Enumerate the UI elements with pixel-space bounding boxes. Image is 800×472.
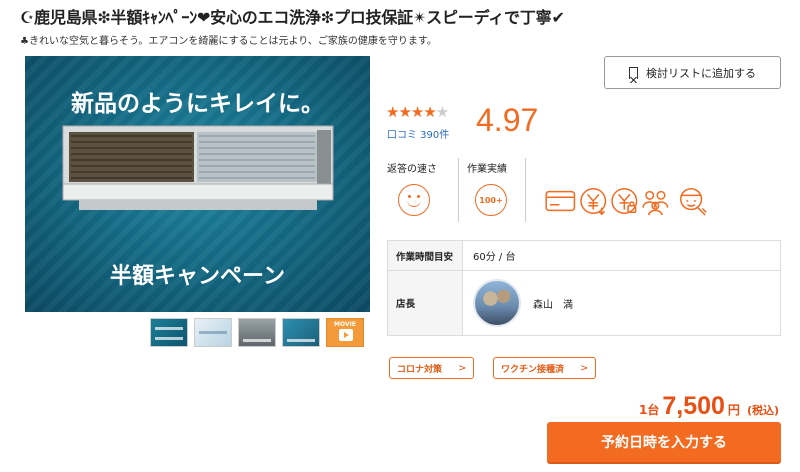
watchlist-label: 検討リストに追加する [646, 66, 756, 80]
track-record-badge: 100+ [475, 184, 507, 216]
yen-down-icon [580, 188, 607, 216]
people-icon [642, 190, 669, 216]
chevron-right-icon: > [458, 362, 467, 374]
bookmark-icon [628, 66, 638, 83]
credit-card-icon [545, 190, 576, 212]
price-amount: 7,500 [662, 392, 725, 420]
work-time-row: 作業時間目安 60分 / 台 [388, 241, 780, 271]
add-to-watchlist-button[interactable]: 検討リストに追加する [604, 56, 781, 89]
work-time-value: 60分 / 台 [473, 252, 516, 263]
divider [458, 158, 459, 222]
thumbnail-strip: MOVIE [150, 318, 364, 347]
tag-label: ワクチン接種済 [501, 364, 565, 375]
response-speed-label: 返答の速さ [387, 164, 437, 175]
price-unit: 1台 [639, 403, 660, 417]
book-datetime-button[interactable]: 予約日時を入力する [547, 422, 781, 464]
hero-top-text: 新品のようにキレイに。 [71, 91, 324, 117]
stars-filled: ★★★★ [386, 103, 437, 121]
thumbnail-1[interactable] [150, 318, 188, 347]
info-table: 作業時間目安 60分 / 台 店長 森山 満 [387, 240, 781, 336]
hero-image[interactable]: 新品のようにキレイに。 半額キャンペーン [25, 56, 370, 312]
track-record-label: 作業実績 [467, 164, 507, 175]
page-subtitle: ♣きれいな空気と暮らそう。エアコンを綺麗にすることは元より、ご家族の健康を守りま… [20, 36, 437, 47]
thumbnail-2[interactable] [194, 318, 232, 347]
play-icon [339, 329, 353, 341]
tag-label: コロナ対策 [397, 364, 443, 375]
page-title: ☪鹿児島県❇半額ｷｬﾝﾍﾟｰﾝ❤安心のエコ洗浄❇プロ技保証✴スピーディで丁寧✔ [20, 8, 565, 27]
movie-label: MOVIE [334, 321, 356, 328]
star-empty: ★ [435, 103, 449, 121]
manager-label: 店長 [388, 271, 463, 335]
thumbnail-3[interactable] [238, 318, 276, 347]
service-icons [545, 188, 707, 216]
yen-lock-icon [611, 188, 638, 214]
rating-score: 4.97 [476, 102, 539, 138]
covid-measures-tag[interactable]: コロナ対策 > [389, 357, 475, 379]
work-time-label: 作業時間目安 [388, 241, 463, 270]
air-conditioner-image [62, 125, 334, 210]
price: 1台 7,500 円 (税込) [639, 392, 779, 421]
smile-icon [398, 184, 430, 216]
avatar[interactable] [473, 279, 521, 327]
price-currency: 円 [727, 403, 740, 417]
divider [525, 158, 526, 222]
star-rating: ★★★★★ [386, 103, 449, 121]
hero-bottom-text: 半額キャンペーン [110, 264, 285, 289]
fixer-icon [680, 188, 707, 216]
manager-name: 森山 満 [533, 299, 573, 311]
reviews-link[interactable]: 口コミ 390件 [387, 126, 449, 141]
thumbnail-movie[interactable]: MOVIE [326, 318, 364, 347]
thumbnail-4[interactable] [282, 318, 320, 347]
vaccinated-tag[interactable]: ワクチン接種済 > [493, 357, 597, 379]
chevron-right-icon: > [580, 362, 589, 374]
price-tax-note: (税込) [746, 404, 779, 417]
manager-row: 店長 森山 満 [388, 271, 780, 335]
